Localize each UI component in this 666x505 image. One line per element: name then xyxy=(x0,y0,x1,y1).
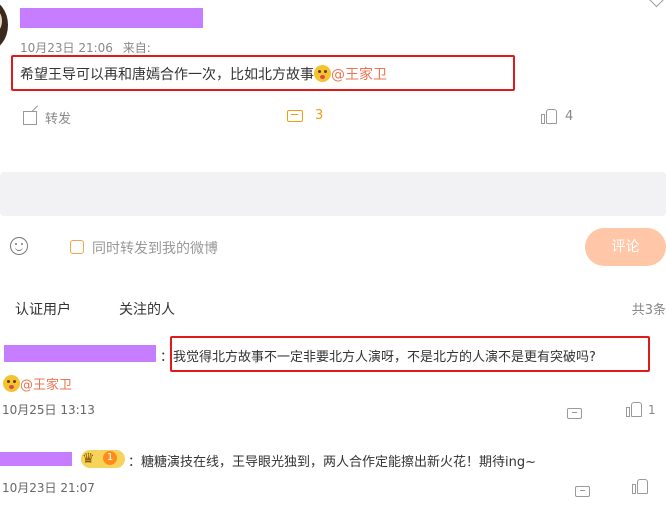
comment-icon xyxy=(575,486,590,497)
like-icon xyxy=(632,479,648,494)
comment-icon xyxy=(287,109,303,122)
forward-button[interactable]: 转发 xyxy=(23,108,71,127)
vip-level: 1 xyxy=(103,451,117,465)
emoji-picker-icon[interactable] xyxy=(10,237,28,255)
tab-following[interactable]: 关注的人 xyxy=(119,299,175,319)
vip-badge: ♛ 1 xyxy=(81,450,125,468)
like-count: 4 xyxy=(565,109,574,124)
highlight-box xyxy=(170,336,650,372)
highlight-box xyxy=(11,55,515,91)
comment-reply-button[interactable] xyxy=(575,482,590,501)
avatar[interactable] xyxy=(0,0,8,50)
comment-icon xyxy=(567,408,582,419)
commenter-redacted[interactable] xyxy=(0,452,72,466)
emoji-icon xyxy=(3,375,20,392)
post-timestamp[interactable]: 10月23日 21:06 xyxy=(20,41,113,55)
also-forward-label[interactable]: 同时转发到我的微博 xyxy=(92,238,218,258)
comment-timestamp[interactable]: 10月25日 13:13 xyxy=(2,401,95,418)
username-redacted[interactable] xyxy=(20,8,203,28)
submit-comment-button[interactable]: 评论 xyxy=(585,228,666,266)
like-icon xyxy=(541,109,557,124)
post-source: 来自: xyxy=(122,41,151,55)
comment-mention[interactable]: @王家卫 xyxy=(20,378,72,393)
forward-icon xyxy=(23,110,37,125)
comment-button[interactable]: 3 xyxy=(287,108,323,123)
chevron-down-icon[interactable] xyxy=(648,0,665,8)
comment-like-button[interactable]: 1 xyxy=(626,402,656,417)
also-forward-checkbox[interactable] xyxy=(70,240,84,254)
comment-like-button[interactable] xyxy=(632,479,648,498)
commenter-redacted[interactable] xyxy=(4,345,156,362)
forward-label: 转发 xyxy=(45,112,72,127)
crown-icon: ♛ xyxy=(82,451,95,467)
comment-text: ：糖糖演技在线，王导眼光独到，两人合作定能擦出新火花！期待ing~ xyxy=(128,455,536,470)
like-button[interactable]: 4 xyxy=(541,109,573,124)
post-meta: 10月23日 21:06 来自: xyxy=(20,39,151,56)
comment-mention-line: @王家卫 xyxy=(3,374,72,393)
like-icon xyxy=(626,402,642,417)
tab-verified-users[interactable]: 认证用户 xyxy=(15,299,71,319)
comment-reply-button[interactable] xyxy=(567,404,582,423)
comment-like-count: 1 xyxy=(648,402,656,417)
comment-input[interactable] xyxy=(0,172,666,216)
comment-timestamp[interactable]: 10月23日 21:07 xyxy=(2,479,95,496)
comment-total: 共3条 xyxy=(631,303,666,318)
comment-count: 3 xyxy=(315,108,324,123)
